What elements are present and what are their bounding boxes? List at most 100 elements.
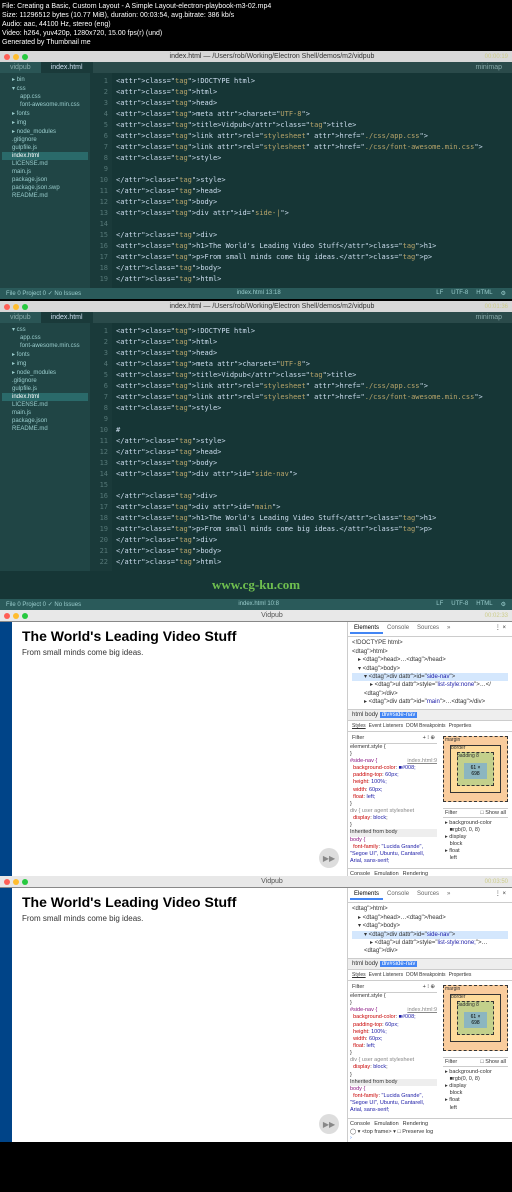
tree-item[interactable]: font-awesome.min.css (2, 101, 88, 109)
file-tree[interactable]: ▾ cssapp.cssfont-awesome.min.css▸ fonts▸… (0, 323, 90, 571)
devtools-tab-elements[interactable]: Elements (350, 624, 383, 634)
styles-subtab[interactable]: Event Listeners (369, 972, 403, 978)
tree-item[interactable]: ▸ img (2, 118, 88, 127)
project-tab[interactable]: vidpub (0, 62, 41, 73)
side-nav[interactable] (0, 622, 12, 876)
zoom-icon[interactable] (22, 304, 28, 310)
file-tab[interactable]: index.html (41, 312, 93, 323)
dom-node[interactable]: <!DOCTYPE html> (352, 639, 508, 647)
devtools-tab-console[interactable]: Console (383, 624, 413, 634)
minimap-tab[interactable]: minimap (466, 62, 512, 73)
dom-node[interactable]: ▸ <dtag">head>…<dtag">/head> (352, 656, 508, 664)
zoom-icon[interactable] (22, 54, 28, 60)
dom-node[interactable]: ▾ <dtag">div dattr">id="side-nav"> (352, 931, 508, 939)
dom-node[interactable]: ▸ <dtag">head>…<dtag">/head> (352, 914, 508, 922)
zoom-icon[interactable] (22, 879, 28, 885)
close-icon[interactable] (4, 54, 10, 60)
devtools-tab-console[interactable]: Console (383, 890, 413, 900)
dom-node[interactable]: ▾ <dtag">div dattr">id="side-nav"> (352, 673, 508, 681)
breadcrumb-item[interactable]: body (365, 712, 378, 718)
tree-item[interactable]: main.js (2, 409, 88, 417)
breadcrumb-item[interactable]: html (352, 961, 363, 967)
side-nav[interactable] (0, 888, 12, 1142)
code-editor[interactable]: 12345678910111213141516171819202122 <att… (90, 323, 512, 571)
styles-pane[interactable]: Filter+ ⁞ ⊕ element.style {} #side-nav {… (348, 981, 439, 1118)
styles-subtab[interactable]: Event Listeners (369, 723, 403, 729)
dom-node[interactable]: <dtag">/div> (352, 690, 508, 698)
tree-item[interactable]: .gitignore (2, 377, 88, 385)
tree-item[interactable]: LICENSE.md (2, 401, 88, 409)
tree-item[interactable]: ▾ css (2, 84, 88, 93)
file-tab[interactable]: index.html (41, 62, 93, 73)
zoom-icon[interactable] (22, 613, 28, 619)
styles-subtab[interactable]: Styles (352, 972, 366, 978)
styles-subtab[interactable]: DOM Breakpoints (406, 972, 445, 978)
tree-item[interactable]: font-awesome.min.css (2, 342, 88, 350)
close-icon[interactable] (4, 304, 10, 310)
tree-item[interactable]: LICENSE.md (2, 160, 88, 168)
devtools-settings-icon[interactable]: ⋮ × (491, 890, 510, 900)
tree-item[interactable]: index.html (2, 152, 88, 160)
breadcrumb-item[interactable]: div#side-nav (380, 712, 418, 718)
tree-item[interactable]: ▸ fonts (2, 109, 88, 118)
play-button-icon[interactable]: ▶▶ (319, 1114, 339, 1134)
breadcrumb-item[interactable]: html (352, 712, 363, 718)
tree-item[interactable]: app.css (2, 334, 88, 342)
tree-item[interactable]: app.css (2, 93, 88, 101)
settings-icon[interactable]: ⚙ (501, 601, 506, 608)
devtools-tab-sources[interactable]: Sources (413, 890, 443, 900)
tree-item[interactable]: ▾ css (2, 325, 88, 334)
dom-node[interactable]: ▸ <dtag">div dattr">id="main">…<dtag">/d… (352, 698, 508, 706)
dom-node[interactable]: <dtag">/div> (352, 947, 508, 955)
app-viewport[interactable]: The World's Leading Video Stuff From sma… (0, 622, 347, 876)
devtools-tab-sources[interactable]: Sources (413, 624, 443, 634)
drawer-tab[interactable]: Console (350, 1121, 370, 1127)
project-tab[interactable]: vidpub (0, 312, 41, 323)
dom-node[interactable]: ▾ <dtag">body> (352, 922, 508, 930)
console-drawer[interactable]: ConsoleEmulationRendering ◯ ▾ <top frame… (348, 1118, 512, 1143)
tree-item[interactable]: ▸ bin (2, 75, 88, 84)
minimap-tab[interactable]: minimap (466, 312, 512, 323)
tree-item[interactable]: README.md (2, 192, 88, 200)
styles-pane[interactable]: Filter+ ⁞ ⊕ element.style {} #side-nav {… (348, 732, 439, 869)
minimize-icon[interactable] (13, 304, 19, 310)
drawer-tab[interactable]: Emulation (374, 1121, 398, 1127)
tree-item[interactable]: index.html (2, 393, 88, 401)
breadcrumb-item[interactable]: div#side-nav (380, 961, 418, 967)
tree-item[interactable]: .gitignore (2, 136, 88, 144)
dom-node[interactable]: ▾ <dtag">body> (352, 665, 508, 673)
tree-item[interactable]: ▸ node_modules (2, 368, 88, 377)
tree-item[interactable]: ▸ node_modules (2, 127, 88, 136)
more-tabs-icon[interactable]: » (443, 624, 454, 634)
devtools-settings-icon[interactable]: ⋮ × (491, 624, 510, 634)
code-editor[interactable]: 12345678910111213141516171819 <attr">cla… (90, 73, 512, 288)
styles-subtab[interactable]: Styles (352, 723, 366, 729)
dom-tree[interactable]: <dtag">html>▸ <dtag">head>…<dtag">/head>… (348, 903, 512, 957)
app-viewport[interactable]: The World's Leading Video Stuff From sma… (0, 888, 347, 1142)
dom-node[interactable]: ▸ <dtag">ul dattr">style="list-style:non… (352, 681, 508, 689)
tree-item[interactable]: main.js (2, 168, 88, 176)
dom-node[interactable]: <dtag">html> (352, 905, 508, 913)
play-button-icon[interactable]: ▶▶ (319, 848, 339, 868)
tree-item[interactable]: README.md (2, 425, 88, 433)
style-toolbar-icons[interactable]: + ⁞ ⊕ (423, 984, 435, 991)
tree-item[interactable]: ▸ fonts (2, 350, 88, 359)
tree-item[interactable]: gulpfile.js (2, 144, 88, 152)
dom-node[interactable]: ▸ <dtag">ul dattr">style="list-style:non… (352, 939, 508, 947)
tree-item[interactable]: package.json.swp (2, 184, 88, 192)
minimize-icon[interactable] (13, 879, 19, 885)
file-tree[interactable]: ▸ bin▾ cssapp.cssfont-awesome.min.css▸ f… (0, 73, 90, 288)
dom-tree[interactable]: <!DOCTYPE html><dtag">html>▸ <dtag">head… (348, 637, 512, 708)
close-icon[interactable] (4, 613, 10, 619)
devtools-tab-elements[interactable]: Elements (350, 890, 383, 900)
minimize-icon[interactable] (13, 54, 19, 60)
tree-item[interactable]: package.json (2, 176, 88, 184)
tree-item[interactable]: ▸ img (2, 359, 88, 368)
close-icon[interactable] (4, 879, 10, 885)
styles-subtab[interactable]: DOM Breakpoints (406, 723, 445, 729)
settings-icon[interactable]: ⚙ (501, 290, 506, 297)
style-toolbar-icons[interactable]: + ⁞ ⊕ (423, 735, 435, 742)
tree-item[interactable]: gulpfile.js (2, 385, 88, 393)
tree-item[interactable]: package.json (2, 417, 88, 425)
styles-subtab[interactable]: Properties (449, 723, 472, 729)
